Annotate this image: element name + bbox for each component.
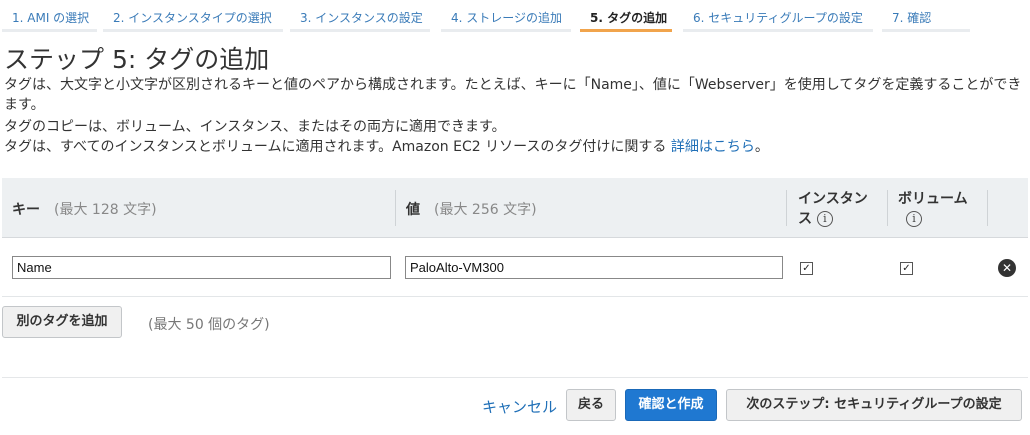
tag-limit-hint: (最大 50 個のタグ) — [148, 317, 270, 333]
step-security-group[interactable]: 6. セキュリティグループの設定 — [683, 6, 873, 32]
key-column-header: キー (最大 128 文字) — [12, 199, 157, 219]
tag-key-input[interactable] — [12, 256, 391, 279]
column-divider — [987, 190, 988, 226]
instances-column-header: インスタン ス i — [798, 189, 868, 229]
back-button[interactable]: 戻る — [566, 389, 616, 421]
column-divider — [887, 190, 888, 226]
remove-tag-icon[interactable]: ✕ — [998, 259, 1016, 277]
description-line-4: タグは、すべてのインスタンスとボリュームに適用されます。Amazon EC2 リ… — [4, 137, 769, 157]
learn-more-link[interactable]: 詳細はこちら — [671, 139, 755, 155]
review-and-launch-button[interactable]: 確認と作成 — [625, 389, 717, 421]
page-title: ステップ 5: タグの追加 — [4, 45, 270, 74]
step-ami[interactable]: 1. AMI の選択 — [2, 6, 97, 32]
value-header-label: 値 — [406, 202, 420, 218]
footer-divider — [2, 377, 1028, 378]
description-text: タグは、すべてのインスタンスとボリュームに適用されます。Amazon EC2 リ… — [4, 139, 667, 155]
info-icon[interactable]: i — [816, 211, 833, 227]
instances-header-line2: ス — [798, 211, 812, 227]
column-divider — [786, 190, 787, 226]
column-divider — [395, 190, 396, 226]
key-header-label: キー — [12, 202, 40, 218]
add-tag-button[interactable]: 別のタグを追加 — [2, 306, 122, 338]
volumes-checkbox[interactable]: ✓ — [900, 262, 913, 275]
description-end: 。 — [754, 139, 769, 155]
step-add-tags[interactable]: 5. タグの追加 — [580, 6, 672, 32]
volumes-header-label: ボリューム — [898, 191, 968, 207]
tags-table-header: キー (最大 128 文字) 値 (最大 256 文字) インスタン ス i ボリュ… — [2, 178, 1028, 238]
key-length-hint: (最大 128 文字) — [54, 202, 157, 218]
value-column-header: 値 (最大 256 文字) — [406, 199, 537, 219]
step-configure-instance[interactable]: 3. インスタンスの設定 — [290, 6, 430, 32]
description-line-1: タグは、大文字と小文字が区別されるキーと値のペアから構成されます。たとえば、キー… — [4, 77, 1022, 93]
step-add-storage[interactable]: 4. ストレージの追加 — [441, 6, 571, 32]
instances-header-line1: インスタン — [798, 191, 868, 207]
step-review[interactable]: 7. 確認 — [882, 6, 970, 32]
value-length-hint: (最大 256 文字) — [434, 202, 537, 218]
instances-checkbox[interactable]: ✓ — [800, 262, 813, 275]
info-icon[interactable]: i — [906, 211, 922, 227]
tag-value-input[interactable] — [405, 256, 783, 279]
volumes-column-header: ボリューム i — [898, 189, 968, 229]
description-line-2: ます。 — [4, 97, 45, 113]
description-line-3: タグのコピーは、ボリューム、インスタンス、またはその両方に適用できます。 — [4, 119, 506, 135]
step-instance-type[interactable]: 2. インスタンスタイプの選択 — [103, 6, 283, 32]
table-row: ✓ ✓ ✕ — [2, 239, 1028, 297]
wizard-steps: 1. AMI の選択 2. インスタンスタイプの選択 3. インスタンスの設定 … — [0, 0, 1030, 34]
next-step-button[interactable]: 次のステップ: セキュリティグループの設定 — [726, 389, 1022, 421]
cancel-link[interactable]: キャンセル — [482, 396, 557, 417]
